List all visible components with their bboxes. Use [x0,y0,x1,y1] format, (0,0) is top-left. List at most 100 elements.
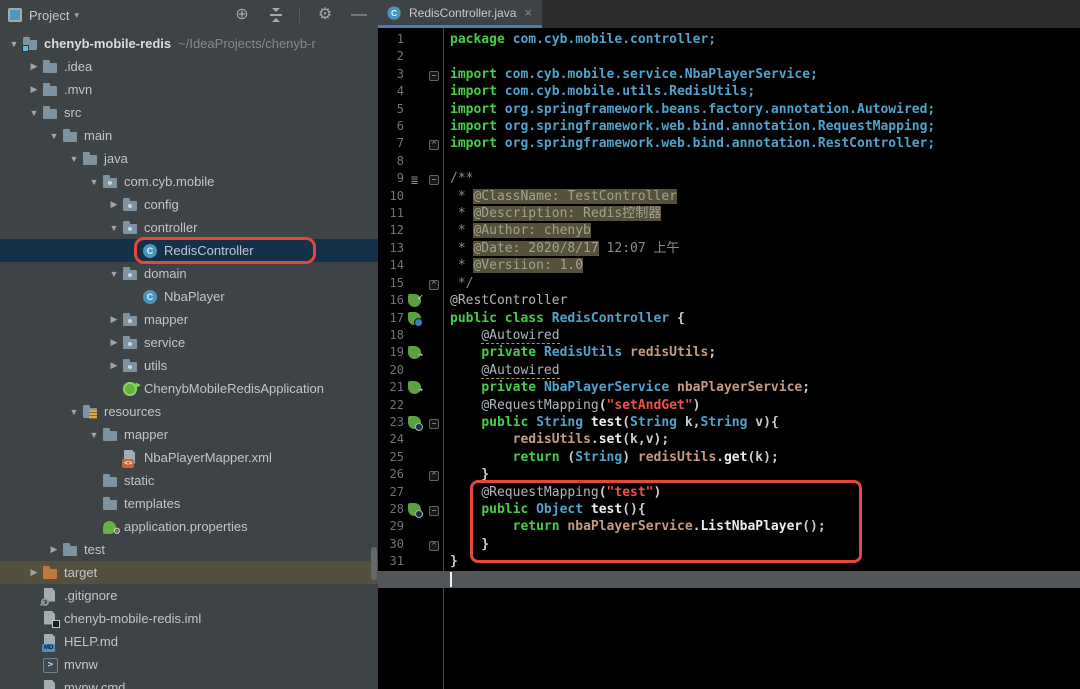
gear-icon[interactable]: ⚙ [316,6,334,24]
tree-row[interactable]: NbaPlayer [0,285,378,308]
code-line[interactable]: 5 import org.springframework.beans.factor… [378,101,1080,118]
tree-row[interactable]: mvnw [0,653,378,676]
code-line[interactable]: 22 @RequestMapping("setAndGet") [378,397,1080,414]
fold-marker[interactable]: − [429,418,439,429]
tree-row[interactable]: mvnw.cmd [0,676,378,689]
spring-arrow-icon[interactable] [408,346,423,363]
chevron-down-icon[interactable]: ▾ [74,10,79,21]
tree-row[interactable]: templates [0,492,378,515]
tree-row[interactable]: ▶ mapper [0,308,378,331]
tree-row[interactable]: ▶ utils [0,354,378,377]
code-line[interactable]: 1 package com.cyb.mobile.controller; [378,31,1080,48]
close-icon[interactable]: × [524,5,532,20]
tree-row[interactable]: .gitignore [0,584,378,607]
code-line[interactable]: 16 @RestController [378,290,1080,309]
tree-expand-arrow[interactable]: ▶ [26,567,42,578]
tree-row[interactable]: static [0,469,378,492]
code-line[interactable]: 12 * @Author: chenyb [378,222,1080,239]
code-line[interactable]: 23 − public String test(String k,String v… [378,414,1080,431]
tree-row[interactable]: RedisController [0,239,378,262]
hide-panel-icon[interactable]: — [350,6,368,24]
fold-marker[interactable]: ^ [429,540,439,551]
tree-expand-arrow[interactable]: ▼ [66,154,82,164]
tree-expand-arrow[interactable]: ▼ [26,108,42,118]
tree-row[interactable]: ▼ com.cyb.mobile [0,170,378,193]
fold-marker[interactable]: ^ [429,140,439,151]
tree-row[interactable]: ▶ config [0,193,378,216]
locate-file-icon[interactable]: ⊕ [233,6,251,24]
fold-marker[interactable]: ^ [429,279,439,290]
tree-row[interactable]: ▼ chenyb-mobile-redis ~/IdeaProjects/cheny… [0,32,378,55]
tree-expand-arrow[interactable]: ▼ [6,39,22,49]
code-line[interactable]: 21 private NbaPlayerService nbaPlayerSer… [378,379,1080,398]
spring-leaf-dot-icon[interactable] [408,502,423,518]
tree-row[interactable]: ▼ java [0,147,378,170]
tree-row[interactable]: ▼ mapper [0,423,378,446]
tree-expand-arrow[interactable]: ▶ [106,314,122,325]
tree-row[interactable]: ▼ src [0,101,378,124]
tree-row[interactable]: chenyb-mobile-redis.iml [0,607,378,630]
tree-expand-arrow[interactable]: ▶ [46,544,62,555]
code-line[interactable]: 8 [378,153,1080,170]
code-line[interactable]: 28 − public Object test(){ [378,501,1080,518]
tree-expand-arrow[interactable]: ▼ [86,177,102,187]
tree-expand-arrow[interactable]: ▶ [26,84,42,95]
code-line[interactable]: 31} [378,553,1080,570]
fold-marker[interactable]: ^ [429,471,439,482]
code-line[interactable]: 15 ^ */ [378,275,1080,292]
spring-leaf-dot-icon[interactable] [408,415,423,431]
tree-row[interactable]: ▼ resources [0,400,378,423]
fold-marker[interactable]: − [429,70,439,81]
fold-marker[interactable]: − [429,505,439,516]
tree-row[interactable]: ▼ controller [0,216,378,239]
spring-arrow-icon[interactable] [408,381,423,398]
tree-expand-arrow[interactable]: ▼ [106,269,122,279]
code-line[interactable]: 27 @RequestMapping("test") [378,484,1080,501]
code-area[interactable]: 1 package com.cyb.mobile.controller; 2 3− im… [378,28,1080,571]
tree-row[interactable]: ▶ target [0,561,378,584]
tree-expand-arrow[interactable]: ▶ [106,360,122,371]
tree-row[interactable]: application.properties [0,515,378,538]
tree-row[interactable]: HELP.md [0,630,378,653]
code-line[interactable]: 25 return (String) redisUtils.get(k); [378,449,1080,466]
code-line[interactable]: 14 * @Versiion: 1.0 [378,257,1080,274]
tree-expand-arrow[interactable]: ▶ [106,337,122,348]
code-line[interactable]: 20 @Autowired [378,362,1080,379]
code-line[interactable]: 17 public class RedisController { [378,310,1080,327]
code-line[interactable]: 13 * @Date: 2020/8/17 12:07 上午 [378,240,1080,257]
code-line[interactable]: 26 ^ } [378,466,1080,483]
project-panel-title[interactable]: Project [29,8,69,23]
tree-expand-arrow[interactable]: ▶ [106,199,122,210]
spring-bean-dot-icon[interactable] [408,311,423,327]
tree-row[interactable]: ▶ test [0,538,378,561]
spring-bean-check-icon[interactable] [408,290,423,308]
tree-row[interactable]: ▼ main [0,124,378,147]
fold-marker[interactable]: − [429,175,439,186]
tree-row[interactable]: ▶ service [0,331,378,354]
project-scrollbar-thumb[interactable] [371,547,377,580]
collapse-all-icon[interactable] [267,6,285,24]
code-line[interactable]: 10 * @ClassName: TestController [378,188,1080,205]
code-line[interactable]: 18 @Autowired [378,327,1080,344]
tree-expand-arrow[interactable]: ▼ [86,430,102,440]
code-line[interactable]: 9 −/** [378,170,1080,187]
code-line[interactable]: 24 redisUtils.set(k,v); [378,431,1080,448]
code-line[interactable]: 11 * @Description: Redis控制器 [378,205,1080,222]
code-line[interactable]: 2 [378,48,1080,65]
code-line[interactable]: 7 ^ import org.springframework.web.bind.an… [378,135,1080,152]
tree-row[interactable]: ▼ domain [0,262,378,285]
tree-row[interactable]: NbaPlayerMapper.xml [0,446,378,469]
tree-row[interactable]: ▶ .mvn [0,78,378,101]
tree-row[interactable]: ▶ .idea [0,55,378,78]
code-line[interactable]: 6 import org.springframework.web.bind.ann… [378,118,1080,135]
tree-expand-arrow[interactable]: ▶ [26,61,42,72]
code-line[interactable]: 19 private RedisUtils redisUtils; [378,344,1080,363]
editor-tab[interactable]: RedisController.java × [378,0,542,28]
code-line[interactable]: 30 ^ } [378,536,1080,553]
tree-expand-arrow[interactable]: ▼ [46,131,62,141]
code-line[interactable]: 4 import com.cyb.mobile.utils.RedisUtils; [378,83,1080,100]
tree-expand-arrow[interactable]: ▼ [66,407,82,417]
code-line[interactable]: 3 − import com.cyb.mobile.service.NbaPlaye… [378,66,1080,83]
tree-row[interactable]: ChenybMobileRedisApplication [0,377,378,400]
tree-expand-arrow[interactable]: ▼ [106,223,122,233]
